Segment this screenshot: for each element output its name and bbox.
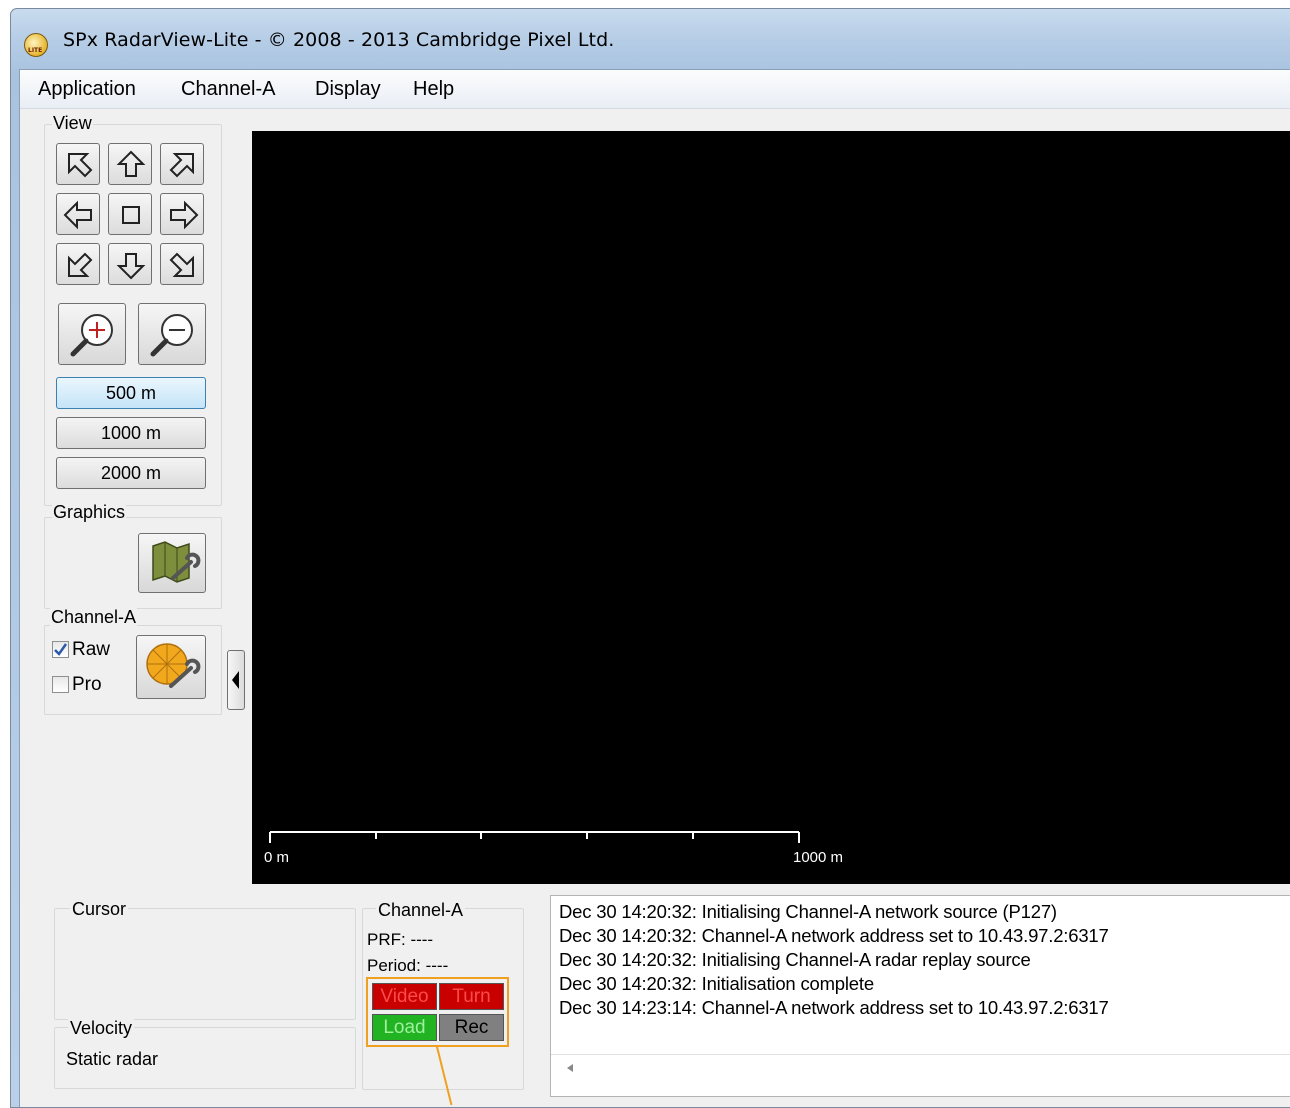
log-line-3: Dec 30 14:20:32: Initialising Channel-A … (559, 949, 1031, 970)
arrow-up-left-icon (68, 153, 93, 178)
channel-settings-button[interactable] (136, 635, 206, 699)
arrow-down-icon (116, 253, 146, 280)
graphics-group-label: Graphics (52, 502, 127, 523)
range-1000m-button[interactable]: 1000 m (56, 417, 206, 449)
center-view-button[interactable] (108, 193, 152, 235)
channel-status-label: Channel-A (376, 900, 466, 921)
app-icon-text: LITE (28, 47, 43, 54)
pan-up-right-button[interactable] (160, 143, 204, 185)
period-text: Period: ---- (367, 956, 449, 975)
pro-checkbox-label: Pro (72, 674, 102, 695)
scale-end-label: 1000 m (793, 849, 844, 866)
view-group-label: View (52, 113, 93, 134)
cursor-group-label: Cursor (70, 899, 129, 920)
chevron-left-icon (232, 671, 239, 689)
checkmark-icon (54, 643, 68, 656)
velocity-value: Static radar (66, 1049, 159, 1069)
arrow-up-icon (116, 150, 146, 177)
client-area: Application Channel-A Display Help View (19, 69, 1290, 1107)
raw-checkbox-label: Raw (72, 639, 111, 660)
app-window: LITE SPx RadarView-Lite - © 2008 - 2013 … (10, 8, 1290, 1108)
pan-down-right-button[interactable] (160, 243, 204, 285)
arrow-left-icon (63, 200, 92, 230)
radar-wrench-icon (146, 643, 201, 688)
pan-up-button[interactable] (108, 143, 152, 185)
arrow-right-icon (170, 200, 199, 230)
map-wrench-icon (152, 541, 201, 583)
video-status: Video (372, 983, 437, 1010)
load-status: Load (372, 1014, 437, 1041)
range-500m-button[interactable]: 500 m (56, 377, 206, 409)
zoom-in-icon (70, 314, 113, 357)
log-horizontal-scrollbar[interactable] (551, 1054, 1290, 1079)
menu-channel-a[interactable]: Channel-A (181, 78, 276, 101)
channel-group-label: Channel-A (50, 607, 138, 628)
square-icon (122, 206, 140, 224)
pan-left-button[interactable] (56, 193, 100, 235)
arrow-down-left-icon (68, 252, 93, 277)
title-bar[interactable]: LITE SPx RadarView-Lite - © 2008 - 2013 … (11, 9, 1290, 69)
scroll-left-icon[interactable] (559, 1057, 579, 1079)
pan-down-left-button[interactable] (56, 243, 100, 285)
menu-help[interactable]: Help (413, 78, 454, 101)
pan-up-left-button[interactable] (56, 143, 100, 185)
menu-display[interactable]: Display (315, 78, 381, 101)
app-icon: LITE (24, 33, 48, 57)
log-line-5: Dec 30 14:23:14: Channel-A network addre… (559, 997, 1109, 1018)
radar-display[interactable]: 0 m 1000 m (252, 131, 1290, 884)
raw-checkbox[interactable] (52, 641, 69, 658)
window-title: SPx RadarView-Lite - © 2008 - 2013 Cambr… (63, 29, 615, 51)
scale-start-label: 0 m (264, 849, 290, 866)
zoom-in-button[interactable] (58, 303, 126, 365)
collapse-panel-button[interactable] (227, 650, 245, 710)
arrow-up-right-icon (169, 153, 194, 178)
pan-right-button[interactable] (160, 193, 204, 235)
pan-down-button[interactable] (108, 243, 152, 285)
cursor-group (54, 908, 356, 1020)
arrow-down-right-icon (169, 252, 194, 277)
prf-text: PRF: ---- (367, 930, 434, 949)
log-panel[interactable]: Dec 30 14:20:32: Initialising Channel-A … (550, 895, 1290, 1097)
menu-bar: Application Channel-A Display Help (20, 70, 1290, 109)
zoom-out-icon (150, 314, 193, 357)
log-line-2: Dec 30 14:20:32: Channel-A network addre… (559, 925, 1109, 946)
menu-application[interactable]: Application (38, 78, 136, 101)
log-line-1: Dec 30 14:20:32: Initialising Channel-A … (559, 901, 1057, 922)
pro-checkbox[interactable] (52, 676, 69, 693)
zoom-out-button[interactable] (138, 303, 206, 365)
velocity-label: Velocity (68, 1018, 135, 1039)
graphics-settings-button[interactable] (138, 533, 206, 593)
log-line-4: Dec 30 14:20:32: Initialisation complete (559, 973, 874, 994)
rec-status: Rec (439, 1014, 504, 1041)
range-2000m-button[interactable]: 2000 m (56, 457, 206, 489)
range-scale-bar (269, 831, 800, 843)
turn-status: Turn (439, 983, 504, 1010)
